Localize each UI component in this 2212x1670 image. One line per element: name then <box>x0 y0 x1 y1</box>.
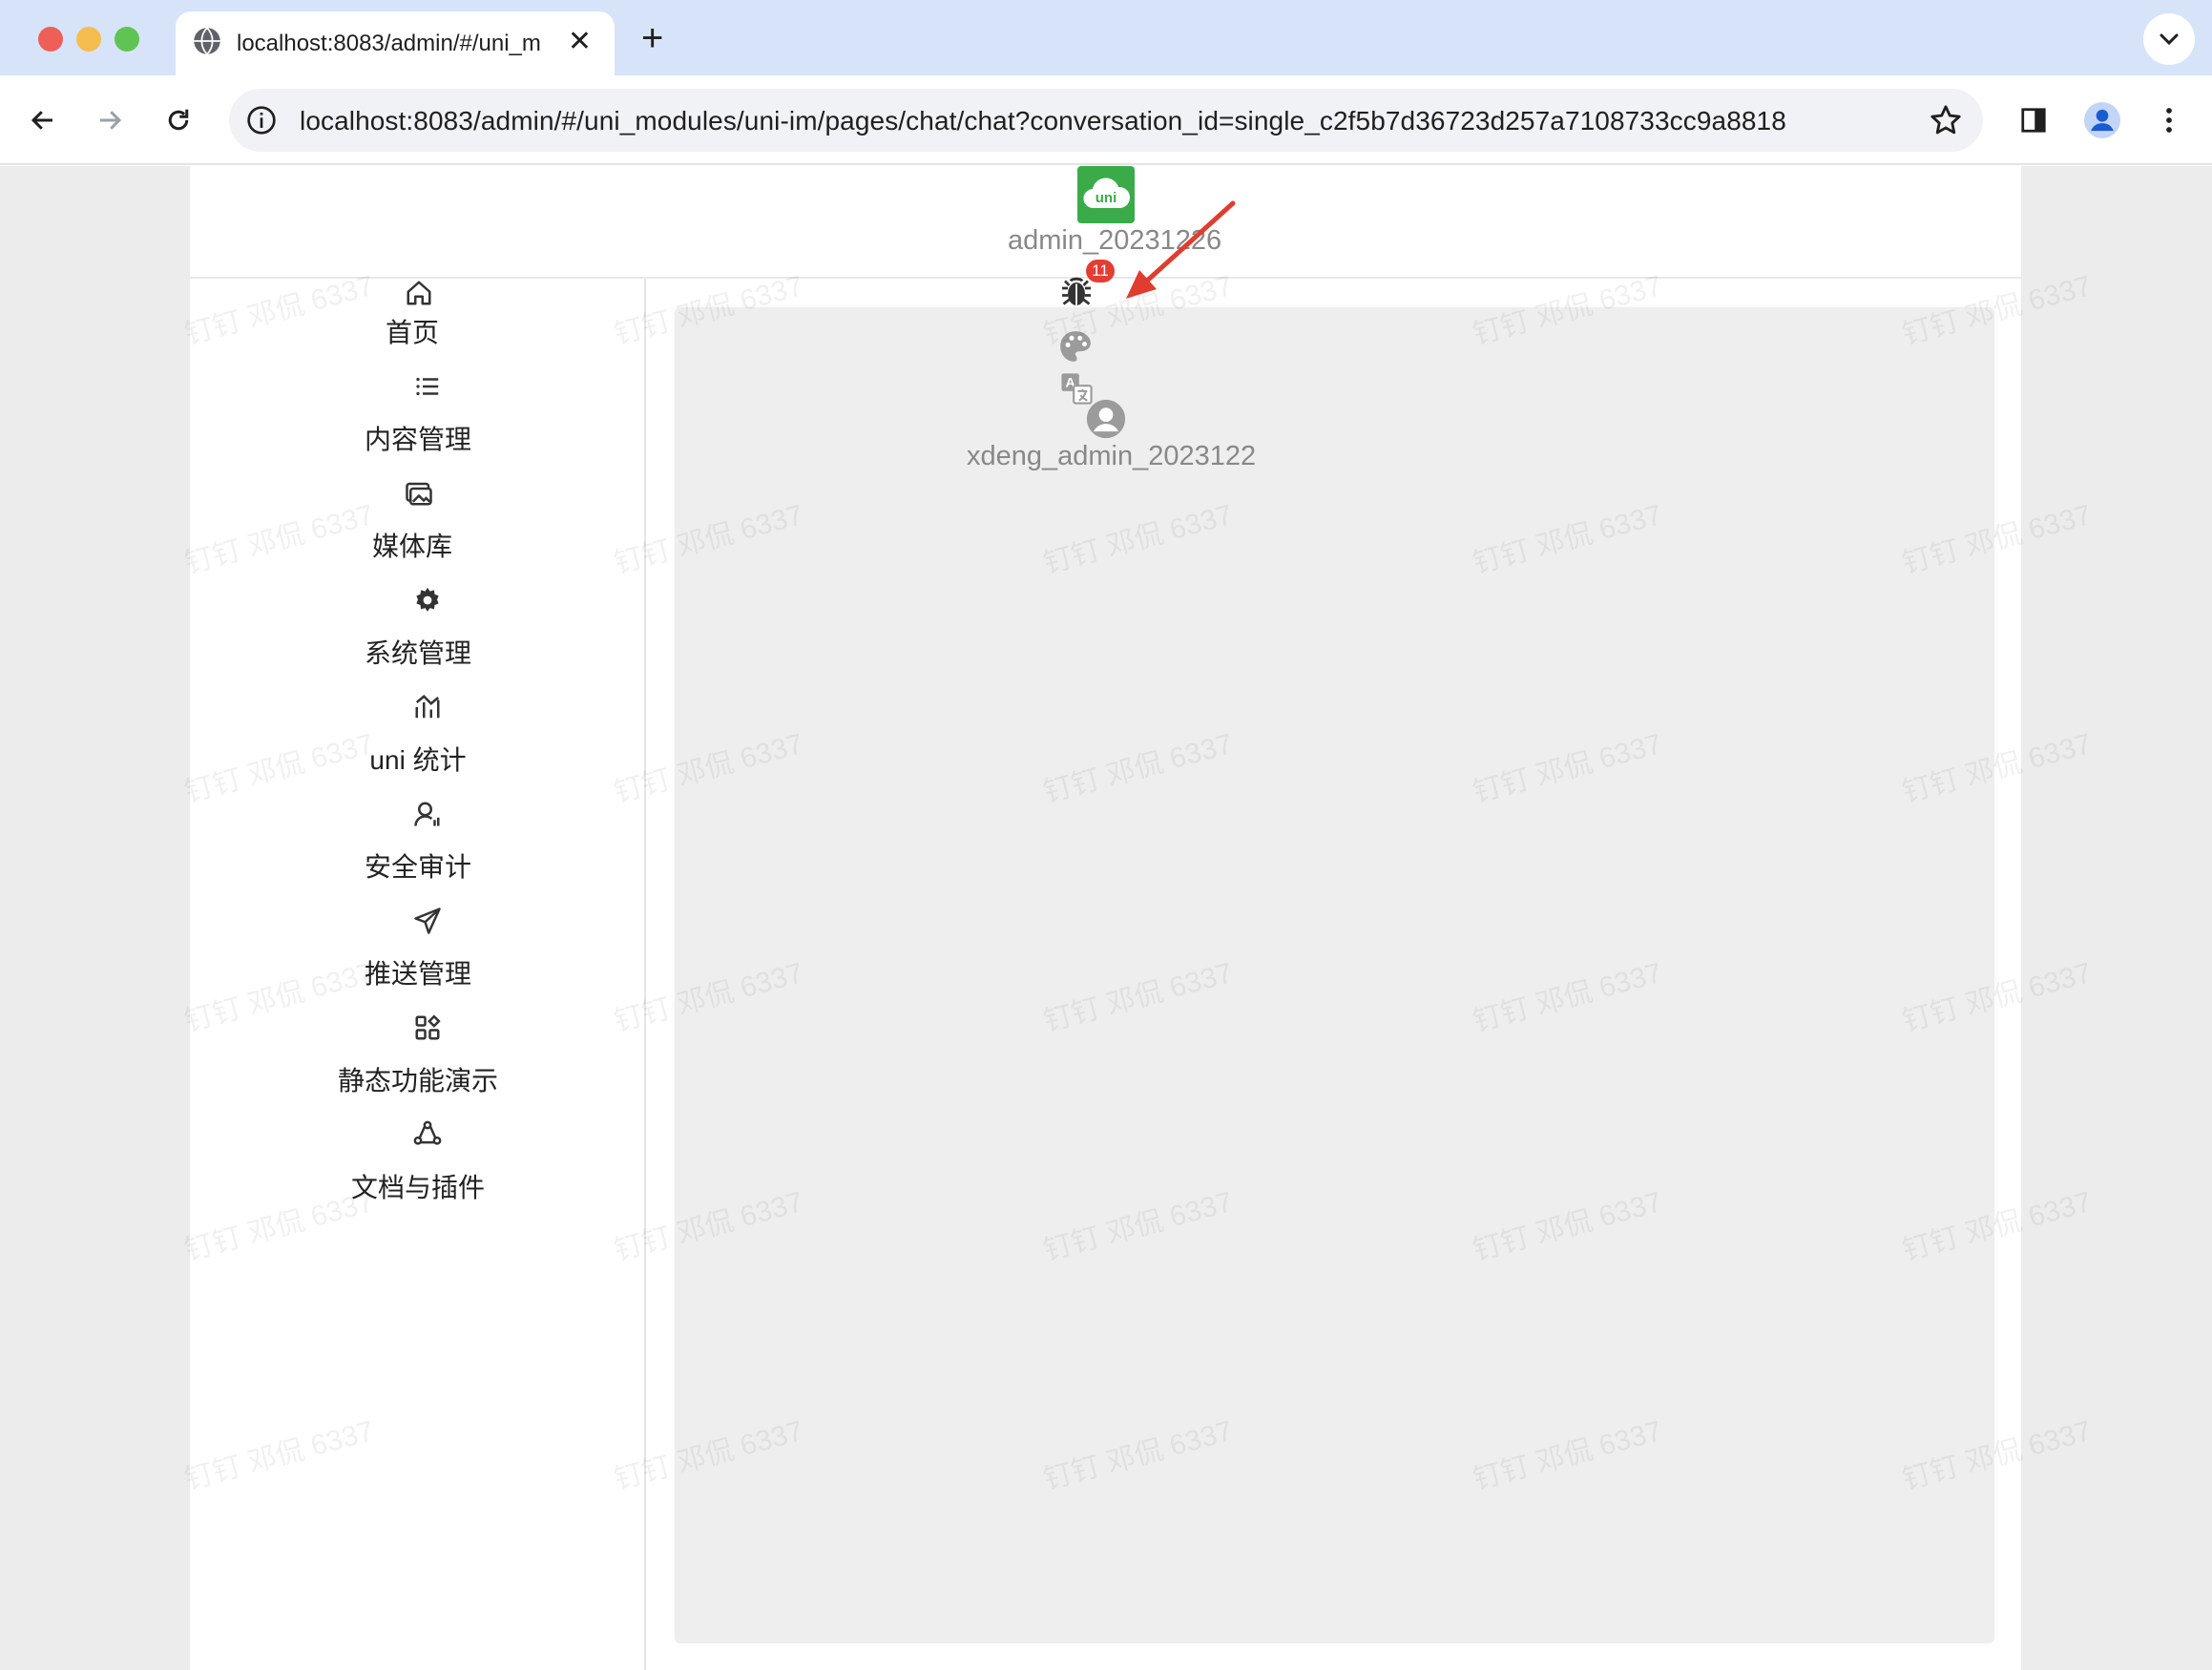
sidebar-item-label: uni 统计 <box>369 745 467 775</box>
home-icon <box>407 281 431 305</box>
sidebar-item-push[interactable]: 推送管理 <box>190 958 646 991</box>
annotation-arrow-icon <box>1126 200 1236 299</box>
close-window-button[interactable] <box>38 27 63 52</box>
sidebar-item-demo[interactable]: 静态功能演示 <box>190 1065 646 1097</box>
sidebar-item-media[interactable]: 媒体库 <box>190 531 646 563</box>
sidebar-item-label: 内容管理 <box>364 425 471 454</box>
more-vertical-icon <box>2166 108 2172 133</box>
tab-close-icon[interactable]: ✕ <box>568 25 592 59</box>
user-icon <box>414 802 440 826</box>
new-tab-button[interactable]: + <box>641 17 663 59</box>
tab-search-button[interactable] <box>2143 13 2195 65</box>
sidebar-item-label: 系统管理 <box>364 638 471 668</box>
browser-tab[interactable]: localhost:8083/admin/#/uni_m ✕ <box>176 11 615 75</box>
url-text[interactable]: localhost:8083/admin/#/uni_modules/uni-i… <box>300 106 1786 136</box>
username-label[interactable]: xdeng_admin_20231226 <box>967 441 1255 472</box>
reload-icon <box>168 109 189 131</box>
sidebar-item-content[interactable]: 内容管理 <box>190 424 646 456</box>
sidebar-item-label: 首页 <box>385 318 439 347</box>
info-icon[interactable] <box>246 105 277 136</box>
arrow-left-icon <box>31 111 52 130</box>
admin-app: uni admin_20231226 首页 内容管理 媒体库 系统管理 uni … <box>190 166 2021 1670</box>
tab-title: localhost:8083/admin/#/uni_m <box>237 31 541 56</box>
sidebar-item-home[interactable]: 首页 <box>190 317 646 349</box>
back-button[interactable] <box>19 96 67 144</box>
gear-icon <box>416 587 439 612</box>
sidebar-item-docs[interactable]: 文档与插件 <box>190 1172 646 1204</box>
sidebar-item-label: 安全审计 <box>364 852 471 882</box>
globe-icon <box>194 27 220 55</box>
chart-icon <box>415 695 440 719</box>
avatar[interactable] <box>1086 399 1126 439</box>
browser-window: localhost:8083/admin/#/uni_m ✕ + localho… <box>0 0 2212 1670</box>
sidebar-item-system[interactable]: 系统管理 <box>190 637 646 670</box>
sidebar-item-label: 推送管理 <box>364 959 471 989</box>
minimize-window-button[interactable] <box>76 27 101 52</box>
reload-button[interactable] <box>155 96 202 144</box>
browser-toolbar: localhost:8083/admin/#/uni_modules/uni-i… <box>0 75 2212 165</box>
sidebar-item-audit[interactable]: 安全审计 <box>190 851 646 884</box>
sidebar-item-label: 静态功能演示 <box>337 1066 498 1096</box>
side-panel-button[interactable] <box>2012 98 2055 142</box>
forward-button[interactable] <box>86 96 134 144</box>
palette-icon[interactable] <box>1057 328 1094 365</box>
list-icon <box>416 377 439 396</box>
image-icon <box>406 482 432 506</box>
sidebar-item-label: 文档与插件 <box>350 1173 485 1202</box>
grid-icon <box>415 1014 441 1040</box>
sidebar-item-label: 媒体库 <box>371 532 452 561</box>
star-icon[interactable] <box>1930 104 1962 136</box>
profile-button[interactable] <box>2080 98 2124 142</box>
browser-menu-button[interactable] <box>2147 98 2191 142</box>
profile-icon <box>2084 102 2120 138</box>
side-panel-icon <box>2021 108 2046 133</box>
page-viewport: uni admin_20231226 首页 内容管理 媒体库 系统管理 uni … <box>0 166 2212 1670</box>
sidebar-item-stats[interactable]: uni 统计 <box>190 744 646 777</box>
main-content-area <box>675 307 1994 1643</box>
maximize-window-button[interactable] <box>115 27 139 52</box>
sidebar-menu: 首页 内容管理 媒体库 系统管理 uni 统计 安全审计 推送管理 静态功能演示… <box>190 279 646 1670</box>
send-icon <box>414 908 441 934</box>
arrow-right-icon <box>100 111 122 130</box>
tab-strip: localhost:8083/admin/#/uni_m ✕ + <box>0 0 2212 75</box>
notification-badge: 11 <box>1086 260 1115 282</box>
chevron-down-icon <box>2160 33 2179 46</box>
logo-text: uni <box>1096 190 1117 206</box>
plugin-icon <box>413 1120 442 1145</box>
address-bar[interactable]: localhost:8083/admin/#/uni_modules/uni-i… <box>229 89 1983 152</box>
